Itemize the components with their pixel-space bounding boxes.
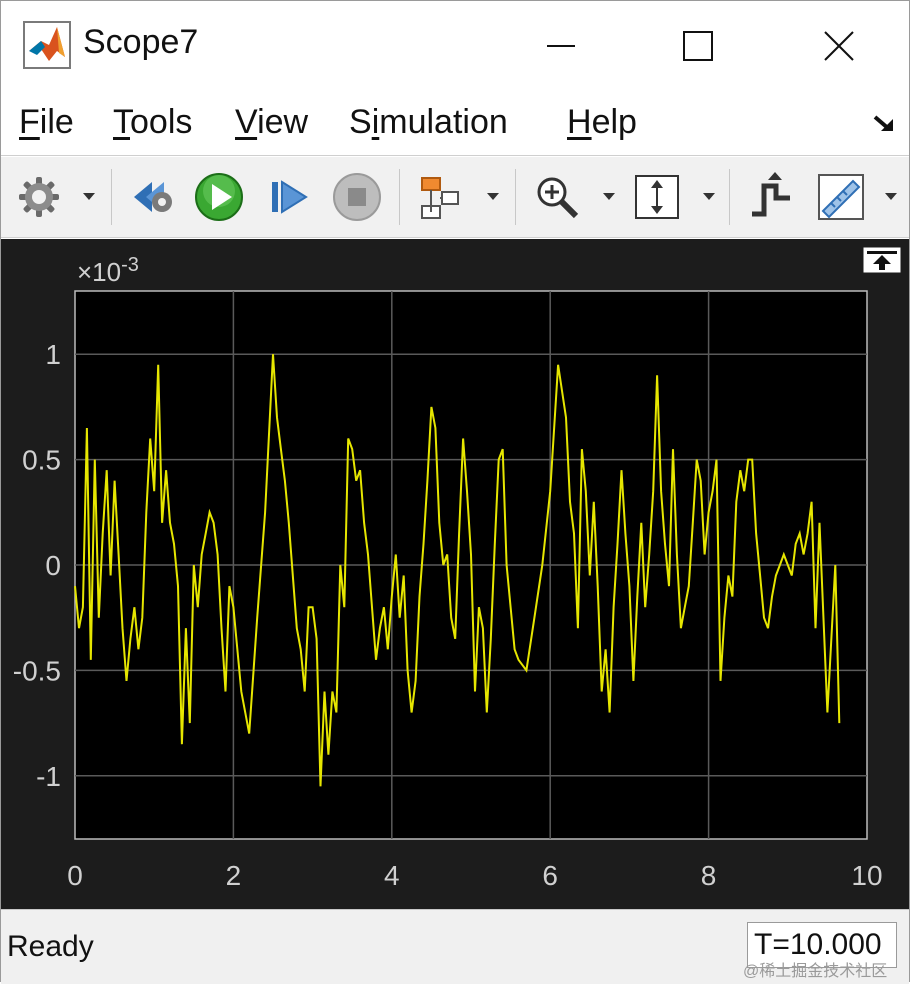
menu-help-accel: H — [567, 103, 592, 141]
x-tick-label: 8 — [701, 860, 717, 891]
step-back-button[interactable] — [127, 171, 179, 223]
triggers-button[interactable] — [745, 171, 797, 223]
step-forward-icon — [272, 180, 308, 214]
measurements-icon — [818, 174, 864, 220]
y-tick-label: -1 — [36, 761, 61, 792]
gear-icon — [19, 177, 59, 217]
configuration-dropdown-arrow[interactable] — [83, 193, 95, 200]
scope-display[interactable]: 0 2 4 6 8 10 -1 -0.5 0 0.5 1 ×10-3 — [1, 239, 909, 909]
highlight-block-icon — [421, 177, 459, 219]
menu-simulation[interactable]: Simulation — [349, 103, 508, 142]
fit-dropdown-arrow[interactable] — [703, 193, 715, 200]
watermark: @稀土掘金技术社区 — [743, 963, 888, 980]
menu-simulation-label: mulation — [379, 103, 508, 141]
zoom-dropdown-arrow[interactable] — [603, 193, 615, 200]
highlight-block-dropdown-arrow[interactable] — [487, 193, 499, 200]
menu-view-accel: V — [235, 103, 258, 141]
menu-bar: File Tools View Simulation Help — [1, 93, 909, 156]
x-tick-label: 4 — [384, 860, 400, 891]
menu-view[interactable]: View — [235, 103, 308, 142]
configuration-button[interactable] — [13, 171, 65, 223]
menu-tools-label: ools — [130, 103, 193, 141]
status-text: Ready — [7, 930, 94, 963]
toolbar-separator — [729, 169, 730, 225]
step-back-icon — [134, 182, 172, 212]
close-button[interactable] — [799, 15, 879, 77]
axis-exponent-label: ×10-3 — [77, 254, 139, 287]
x-tick-label: 2 — [226, 860, 242, 891]
toolbar-separator — [399, 169, 400, 225]
stop-icon — [333, 173, 381, 221]
toolbar-separator — [515, 169, 516, 225]
x-tick-label: 10 — [851, 860, 882, 891]
title-bar[interactable]: Scope7 — [1, 1, 909, 91]
run-icon — [195, 173, 243, 221]
undock-icon[interactable] — [871, 111, 897, 137]
matlab-logo-icon — [23, 21, 71, 69]
menu-tools-accel: T — [113, 103, 130, 141]
stop-button[interactable] — [331, 171, 383, 223]
triggers-icon — [752, 172, 790, 217]
zoom-icon — [537, 177, 579, 219]
window-title: Scope7 — [83, 23, 199, 61]
menu-file-accel: F — [19, 103, 40, 141]
menu-view-label: iew — [257, 103, 309, 141]
menu-help[interactable]: Help — [567, 103, 637, 142]
menu-help-label: elp — [591, 103, 637, 141]
scope-window: Scope7 File Tools View Simulation Help 0… — [0, 0, 910, 984]
undock-display-icon[interactable] — [863, 247, 901, 273]
run-button[interactable] — [193, 171, 245, 223]
fit-to-view-button[interactable] — [631, 171, 683, 223]
toolbar-separator — [111, 169, 112, 225]
y-tick-label: 0.5 — [22, 445, 61, 476]
minimize-button[interactable] — [521, 15, 601, 77]
y-tick-label: 1 — [45, 339, 61, 370]
menu-file[interactable]: File — [19, 103, 74, 142]
close-icon — [824, 31, 854, 61]
maximize-icon — [683, 31, 713, 61]
maximize-button[interactable] — [658, 15, 738, 77]
menu-tools[interactable]: Tools — [113, 103, 192, 142]
zoom-button[interactable] — [531, 171, 583, 223]
highlight-block-button[interactable] — [415, 171, 467, 223]
menu-file-label: ile — [39, 103, 74, 141]
fit-icon — [635, 175, 679, 219]
measurements-button[interactable] — [815, 171, 867, 223]
step-forward-button[interactable] — [263, 171, 315, 223]
x-tick-label: 0 — [67, 860, 83, 891]
y-tick-label: 0 — [45, 550, 61, 581]
y-tick-label: -0.5 — [13, 655, 61, 686]
scope-plot[interactable]: 0 2 4 6 8 10 -1 -0.5 0 0.5 1 ×10-3 — [1, 239, 909, 909]
minimize-icon — [547, 45, 575, 47]
measurements-dropdown-arrow[interactable] — [885, 193, 897, 200]
toolbar — [1, 157, 909, 238]
x-tick-label: 6 — [542, 860, 558, 891]
